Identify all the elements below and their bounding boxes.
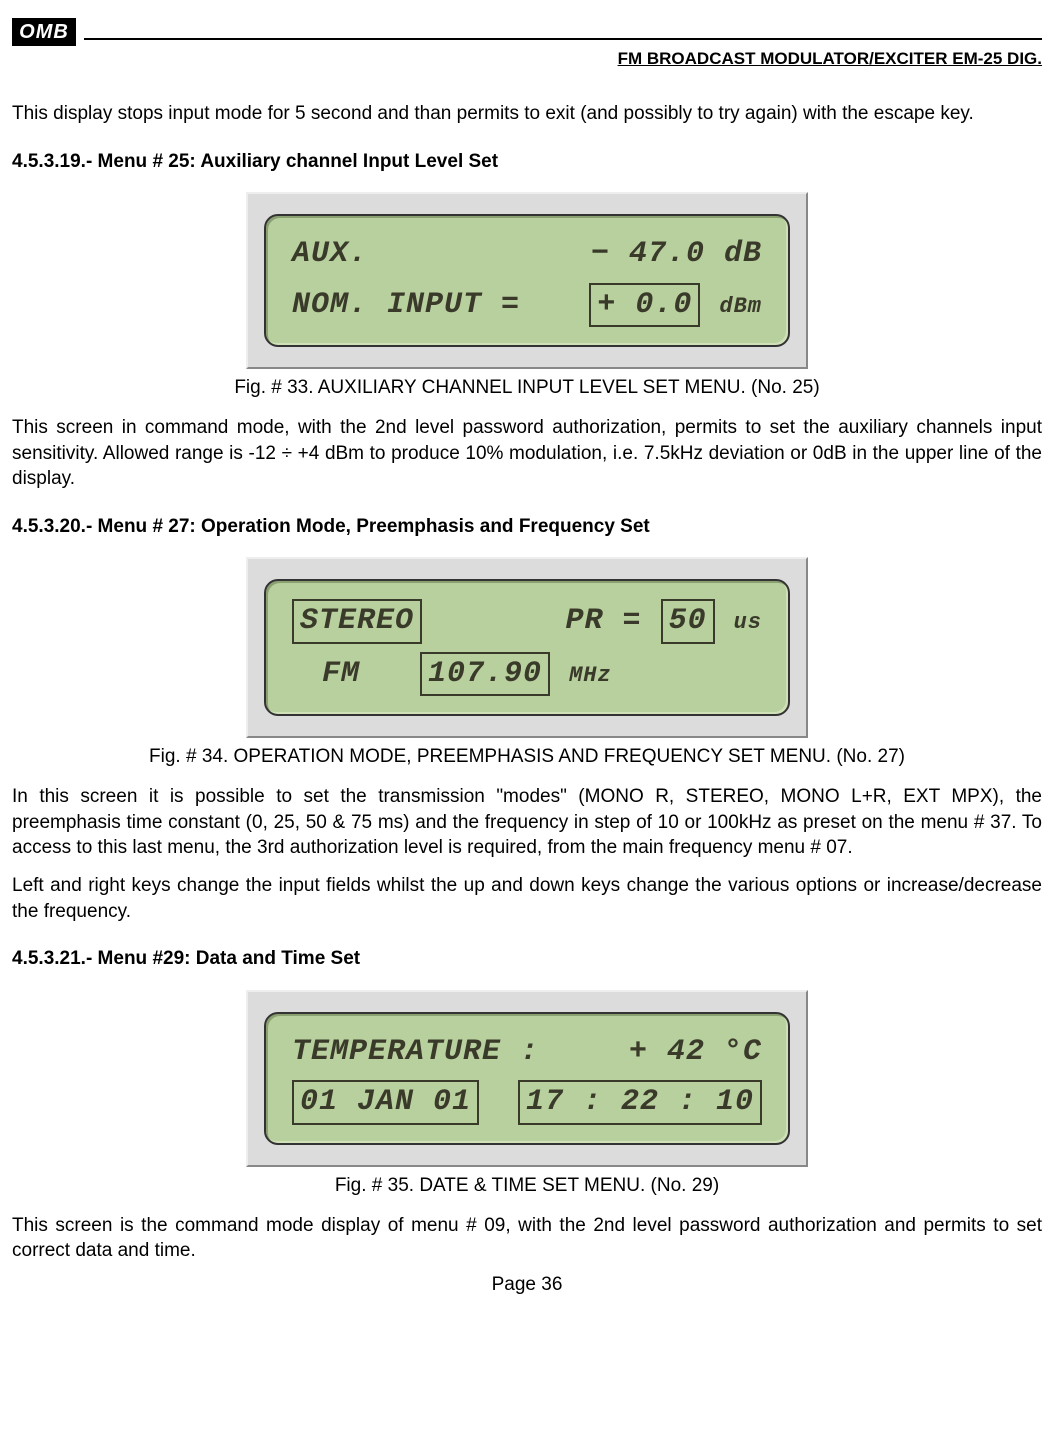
lcd33-nom-label: NOM. INPUT = [292, 285, 520, 326]
lcd34-mode-box: STEREO [292, 599, 422, 644]
lcd33-row1: AUX. − 47.0 dB [292, 230, 762, 279]
intro-paragraph: This display stops input mode for 5 seco… [12, 101, 1042, 127]
lcd-screen-35: TEMPERATURE : + 42 °C 01 JAN 01 17 : 22 … [264, 1012, 790, 1145]
lcd34-fm-label: FM [322, 654, 360, 695]
header-rule [84, 38, 1042, 40]
document-title: FM BROADCAST MODULATOR/EXCITER EM-25 DIG… [12, 48, 1042, 71]
lcd34-pr-unit: us [734, 610, 762, 635]
lcd33-nom-value-box: + 0.0 [589, 283, 700, 328]
figure-35-caption: Fig. # 35. DATE & TIME SET MENU. (No. 29… [12, 1173, 1042, 1199]
section-21-heading: 4.5.3.21.- Menu #29: Data and Time Set [12, 946, 1042, 972]
figure-34-caption: Fig. # 34. OPERATION MODE, PREEMPHASIS A… [12, 744, 1042, 770]
lcd35-time-box: 17 : 22 : 10 [518, 1080, 762, 1125]
page-header: OMB [12, 18, 1042, 46]
lcd34-pr-label: PR = [566, 604, 642, 638]
section-19-heading: 4.5.3.19.- Menu # 25: Auxiliary channel … [12, 149, 1042, 175]
lcd-panel-34: STEREO PR = 50 us FM 107.90 MHz [246, 557, 808, 738]
lcd34-freq-value-box: 107.90 [420, 652, 550, 697]
lcd-panel-35: TEMPERATURE : + 42 °C 01 JAN 01 17 : 22 … [246, 990, 808, 1167]
lcd33-row2: NOM. INPUT = + 0.0 dBm [292, 279, 762, 332]
lcd-screen-33: AUX. − 47.0 dB NOM. INPUT = + 0.0 dBm [264, 214, 790, 347]
logo-text: OMB [19, 19, 69, 46]
lcd35-temperature-value: + 42 °C [629, 1032, 762, 1073]
lcd34-freq-group: 107.90 MHz [420, 652, 612, 697]
logo: OMB [12, 18, 76, 46]
figure-35: TEMPERATURE : + 42 °C 01 JAN 01 17 : 22 … [12, 990, 1042, 1167]
section-20-paragraph-1: In this screen it is possible to set the… [12, 784, 1042, 861]
figure-33-caption: Fig. # 33. AUXILIARY CHANNEL INPUT LEVEL… [12, 375, 1042, 401]
lcd35-row2: 01 JAN 01 17 : 22 : 10 [292, 1076, 762, 1129]
lcd35-row1: TEMPERATURE : + 42 °C [292, 1028, 762, 1077]
lcd34-row2: FM 107.90 MHz [292, 648, 762, 701]
lcd34-freq-unit: MHz [569, 663, 612, 688]
page-number: Page 36 [12, 1272, 1042, 1298]
lcd34-row1: STEREO PR = 50 us [292, 595, 762, 648]
lcd33-aux-label: AUX. [292, 234, 368, 275]
figure-34: STEREO PR = 50 us FM 107.90 MHz [12, 557, 1042, 738]
lcd35-date-box: 01 JAN 01 [292, 1080, 479, 1125]
lcd33-nom-unit: dBm [719, 294, 762, 319]
lcd34-preemphasis-group: PR = 50 us [566, 599, 762, 644]
section-20-heading: 4.5.3.20.- Menu # 27: Operation Mode, Pr… [12, 514, 1042, 540]
lcd34-pr-value-box: 50 [661, 599, 715, 644]
figure-33: AUX. − 47.0 dB NOM. INPUT = + 0.0 dBm [12, 192, 1042, 369]
lcd-panel-33: AUX. − 47.0 dB NOM. INPUT = + 0.0 dBm [246, 192, 808, 369]
lcd33-aux-value: − 47.0 dB [591, 234, 762, 275]
lcd33-nom-value-group: + 0.0 dBm [589, 283, 762, 328]
section-21-paragraph: This screen is the command mode display … [12, 1213, 1042, 1264]
section-20-paragraph-2: Left and right keys change the input fie… [12, 873, 1042, 924]
lcd-screen-34: STEREO PR = 50 us FM 107.90 MHz [264, 579, 790, 716]
lcd35-temperature-label: TEMPERATURE : [292, 1032, 539, 1073]
section-19-paragraph: This screen in command mode, with the 2n… [12, 415, 1042, 492]
